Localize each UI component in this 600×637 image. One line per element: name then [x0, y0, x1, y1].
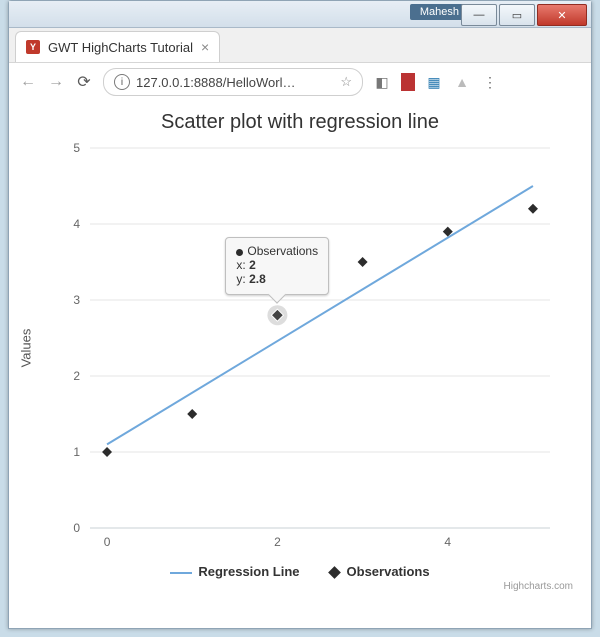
x-tick: 0	[104, 535, 111, 549]
browser-tab[interactable]: Y GWT HighCharts Tutorial ×	[15, 31, 220, 62]
legend-item-regression[interactable]: Regression Line	[170, 564, 299, 579]
tooltip-y-value: 2.8	[249, 272, 266, 286]
tooltip-y-label: y:	[236, 272, 245, 286]
address-bar[interactable]: i 127.0.0.1:8888/HelloWorl… ☆	[103, 68, 363, 96]
legend-label-observations: Observations	[347, 564, 430, 579]
tab-close-icon[interactable]: ×	[201, 39, 209, 55]
back-icon[interactable]: ←	[19, 73, 37, 91]
chart-area[interactable]: Values 012345 024 Observations x: 2 y: 2…	[30, 138, 570, 558]
observation-point[interactable]	[358, 257, 368, 267]
window-buttons: — ▭ ✕	[461, 4, 587, 26]
chart-title: Scatter plot with regression line	[21, 111, 579, 134]
address-text: 127.0.0.1:8888/HelloWorl…	[136, 75, 334, 90]
close-button[interactable]: ✕	[537, 4, 587, 26]
tooltip-series-name: Observations	[247, 244, 318, 258]
minimize-button[interactable]: —	[461, 4, 497, 26]
chart-legend: Regression Line Observations	[21, 564, 579, 579]
tab-favicon-icon: Y	[26, 40, 40, 54]
ext2-icon[interactable]	[401, 73, 415, 91]
forward-icon[interactable]: →	[47, 73, 65, 91]
chart-svg: 0 1 2 3 4 5 0 2 4	[30, 138, 570, 558]
legend-diamond-swatch-icon	[328, 566, 341, 579]
page-content: Scatter plot with regression line Values…	[9, 101, 591, 628]
tab-strip: Y GWT HighCharts Tutorial ×	[9, 28, 591, 63]
y-tick-labels: 0 1 2 3 4 5	[73, 141, 80, 535]
observation-point[interactable]	[528, 204, 538, 214]
bookmark-star-icon[interactable]: ☆	[340, 74, 352, 90]
gridlines	[90, 148, 550, 528]
maximize-button[interactable]: ▭	[499, 4, 535, 26]
tooltip-series-dot-icon	[236, 249, 243, 256]
legend-line-swatch-icon	[170, 572, 192, 574]
ext1-icon[interactable]: ◧	[373, 73, 391, 91]
y-tick: 5	[73, 141, 80, 155]
tooltip-x-label: x:	[236, 258, 245, 272]
observation-point[interactable]	[102, 447, 112, 457]
y-tick: 3	[73, 293, 80, 307]
site-info-icon[interactable]: i	[114, 74, 130, 90]
ext3-icon[interactable]: ▦	[425, 73, 443, 91]
x-tick-labels: 0 2 4	[104, 535, 452, 549]
tooltip-x-value: 2	[249, 258, 256, 272]
browser-window: Mahesh — ▭ ✕ Y GWT HighCharts Tutorial ×…	[8, 0, 592, 629]
legend-item-observations[interactable]: Observations	[330, 564, 430, 579]
legend-label-regression: Regression Line	[198, 564, 299, 579]
os-titlebar: Mahesh — ▭ ✕	[9, 1, 591, 28]
chart-credits[interactable]: Highcharts.com	[21, 579, 579, 592]
menu-icon[interactable]: ⋮	[481, 73, 499, 91]
x-tick: 2	[274, 535, 281, 549]
observation-point[interactable]	[187, 409, 197, 419]
x-tick: 4	[444, 535, 451, 549]
y-tick: 0	[73, 521, 80, 535]
reload-icon[interactable]: ⟳	[75, 72, 93, 92]
y-tick: 1	[73, 445, 80, 459]
y-tick: 2	[73, 369, 80, 383]
y-tick: 4	[73, 217, 80, 231]
ext4-icon[interactable]: ▲	[453, 73, 471, 91]
tab-title: GWT HighCharts Tutorial	[48, 40, 193, 55]
browser-toolbar: ← → ⟳ i 127.0.0.1:8888/HelloWorl… ☆ ◧ ▦ …	[9, 63, 591, 102]
chart-tooltip: Observations x: 2 y: 2.8	[225, 237, 329, 295]
regression-line[interactable]	[107, 186, 533, 444]
